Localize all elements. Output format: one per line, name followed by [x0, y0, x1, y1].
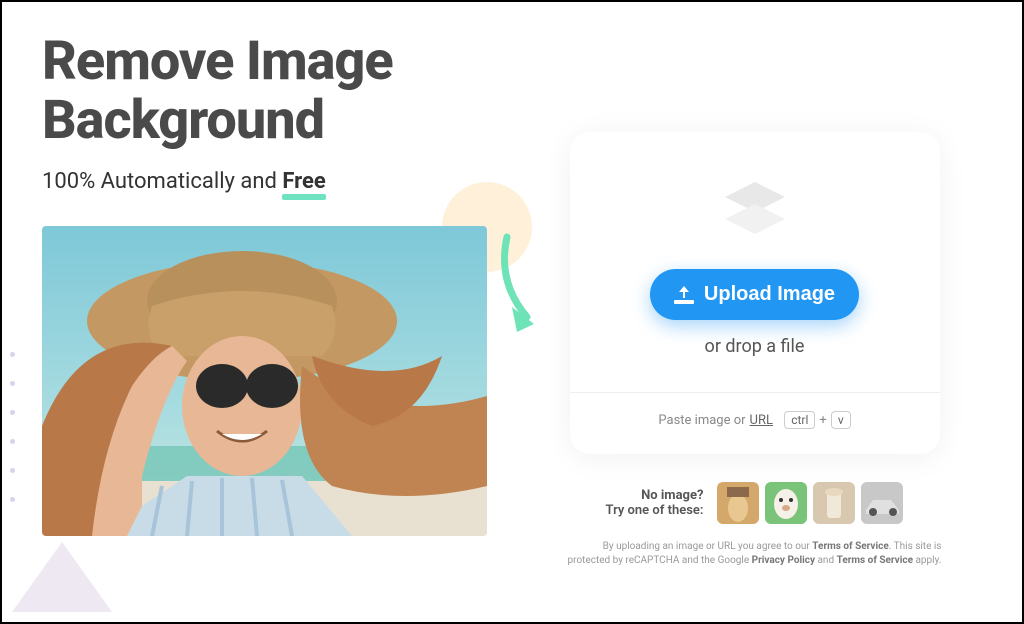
upload-image-button[interactable]: Upload Image — [650, 269, 859, 320]
sample-thumb-4[interactable] — [861, 482, 903, 524]
decorative-triangle — [12, 542, 112, 612]
sample-thumb-3[interactable] — [813, 482, 855, 524]
card-divider — [570, 392, 940, 393]
layers-icon — [600, 182, 910, 241]
paste-hint: Paste image or URL ctrl + v — [600, 411, 910, 429]
upload-button-label: Upload Image — [704, 283, 835, 306]
free-badge: Free — [282, 169, 325, 194]
sample-thumb-1[interactable] — [717, 482, 759, 524]
page-subtitle: 100% Automatically and Free — [42, 169, 487, 194]
upload-icon — [674, 286, 694, 304]
key-ctrl: ctrl — [784, 411, 815, 429]
arrow-icon — [492, 232, 582, 342]
terms-link-2[interactable]: Terms of Service — [837, 555, 913, 566]
terms-link[interactable]: Terms of Service — [812, 541, 888, 552]
key-v: v — [831, 411, 851, 429]
page-title: Remove Image Background — [42, 32, 487, 151]
drop-file-text: or drop a file — [600, 336, 910, 357]
decorative-dots — [10, 342, 25, 516]
sample-thumb-2[interactable] — [765, 482, 807, 524]
sample-images-row: No image? Try one of these: — [606, 482, 904, 524]
hero-sample-image — [42, 226, 487, 536]
privacy-link[interactable]: Privacy Policy — [752, 555, 815, 566]
paste-url-link[interactable]: URL — [750, 413, 773, 428]
upload-card[interactable]: Upload Image or drop a file Paste image … — [570, 132, 940, 454]
legal-text: By uploading an image or URL you agree t… — [568, 540, 942, 568]
samples-prompt: No image? Try one of these: — [606, 488, 704, 518]
